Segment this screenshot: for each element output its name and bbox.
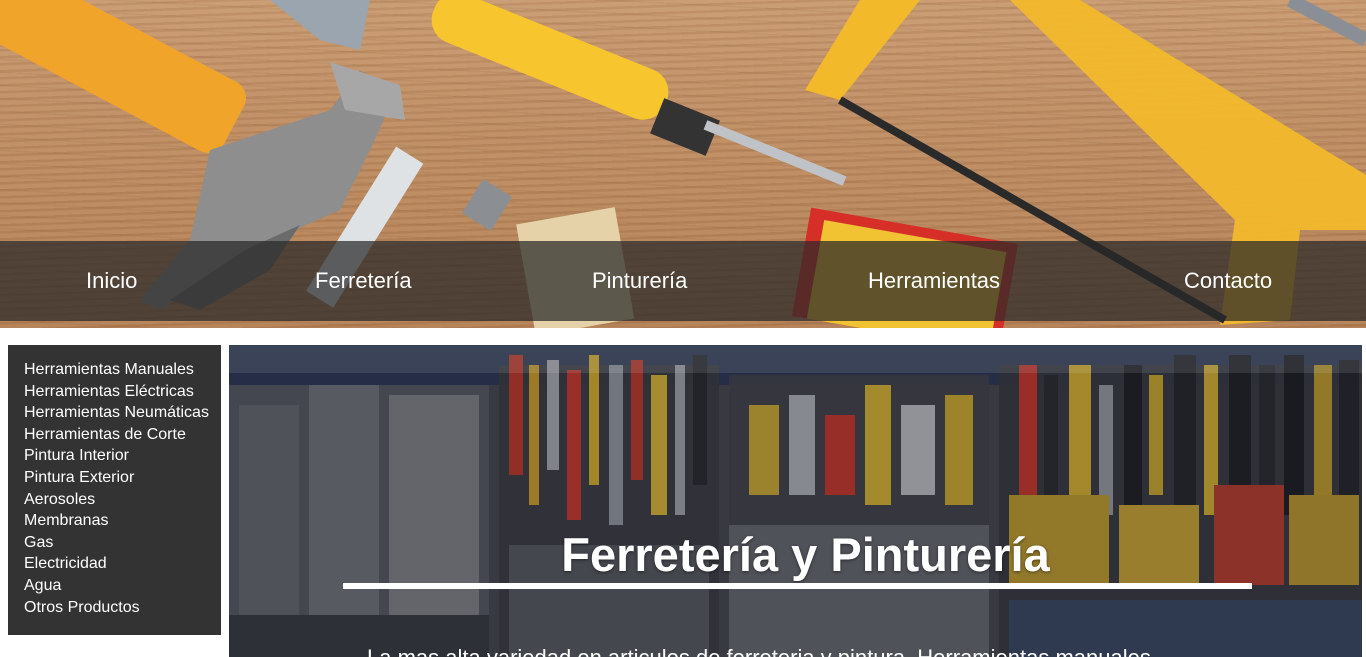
screwdriver-image <box>431 0 847 186</box>
blade-image <box>270 0 370 50</box>
nav-item-contacto[interactable]: Contacto <box>1184 241 1272 321</box>
hero-title: Ferretería y Pinturería <box>561 528 1050 581</box>
category-herramientas-neumaticas[interactable]: Herramientas Neumáticas <box>24 402 221 424</box>
hero-top-band <box>229 345 1362 373</box>
category-list: Herramientas Manuales Herramientas Eléct… <box>8 345 221 618</box>
nav-item-herramientas[interactable]: Herramientas <box>868 241 1000 321</box>
category-herramientas-electricas[interactable]: Herramientas Eléctricas <box>24 381 221 403</box>
main-nav: Inicio Ferretería Pinturería Herramienta… <box>0 241 1366 321</box>
category-sidebar: Herramientas Manuales Herramientas Eléct… <box>8 345 221 635</box>
category-membranas[interactable]: Membranas <box>24 510 221 532</box>
category-pintura-exterior[interactable]: Pintura Exterior <box>24 467 221 489</box>
nav-item-pintureria[interactable]: Pinturería <box>592 241 687 321</box>
category-otros-productos[interactable]: Otros Productos <box>24 597 221 619</box>
header-banner: Inicio Ferretería Pinturería Herramienta… <box>0 0 1366 328</box>
category-agua[interactable]: Agua <box>24 575 221 597</box>
hero-subtitle: La mas alta variedad en articulos de fer… <box>367 645 1267 657</box>
category-gas[interactable]: Gas <box>24 532 221 554</box>
hero-dark-overlay <box>229 345 1362 657</box>
hero-divider <box>343 583 1252 589</box>
category-pintura-interior[interactable]: Pintura Interior <box>24 445 221 467</box>
category-herramientas-de-corte[interactable]: Herramientas de Corte <box>24 424 221 446</box>
nav-item-inicio[interactable]: Inicio <box>86 241 137 321</box>
nav-item-ferreteria[interactable]: Ferretería <box>315 241 412 321</box>
hero-banner: Ferretería y Pinturería La mas alta vari… <box>229 345 1362 657</box>
category-aerosoles[interactable]: Aerosoles <box>24 489 221 511</box>
category-herramientas-manuales[interactable]: Herramientas Manuales <box>24 359 221 381</box>
category-electricidad[interactable]: Electricidad <box>24 553 221 575</box>
